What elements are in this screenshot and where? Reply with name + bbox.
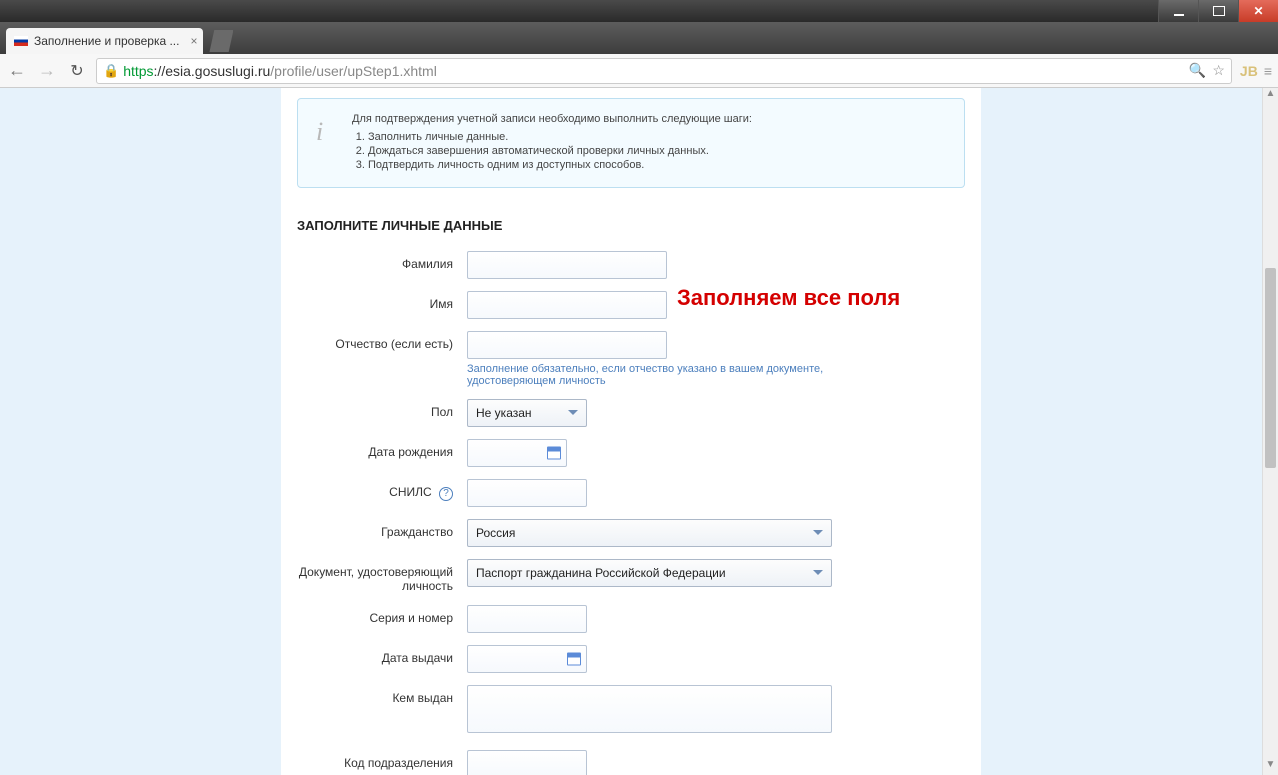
lock-icon: 🔒 xyxy=(103,63,119,79)
citizenship-select-value: Россия xyxy=(476,526,515,540)
dept-code-input[interactable] xyxy=(467,750,587,775)
patronymic-input[interactable] xyxy=(467,331,667,359)
citizenship-select[interactable]: Россия xyxy=(467,519,832,547)
snils-input[interactable] xyxy=(467,479,587,507)
zoom-icon[interactable]: 🔍 xyxy=(1189,62,1206,79)
info-icon: i xyxy=(316,117,323,147)
annotation-overlay: Заполняем все поля xyxy=(677,285,900,311)
scroll-up-arrow[interactable]: ▲ xyxy=(1263,88,1278,104)
page-viewport: i Для подтверждения учетной записи необх… xyxy=(0,88,1278,775)
info-panel: i Для подтверждения учетной записи необх… xyxy=(297,98,965,188)
label-doc-type: Документ, удостоверяющий личность xyxy=(297,559,467,593)
nav-back-button[interactable]: ← xyxy=(6,60,28,81)
doc-type-select[interactable]: Паспорт гражданина Российской Федерации xyxy=(467,559,832,587)
vertical-scrollbar[interactable]: ▲ ▼ xyxy=(1262,88,1278,775)
personal-data-form: Фамилия Имя Заполняем все поля Отчество … xyxy=(297,251,965,775)
calendar-icon[interactable] xyxy=(547,447,561,460)
label-patronymic: Отчество (если есть) xyxy=(297,331,467,351)
surname-input[interactable] xyxy=(467,251,667,279)
window-maximize-button[interactable] xyxy=(1198,0,1238,22)
tab-close-icon[interactable]: × xyxy=(190,34,197,48)
window-chrome xyxy=(0,0,1278,22)
label-gender: Пол xyxy=(297,399,467,419)
section-heading: ЗАПОЛНИТЕ ЛИЧНЫЕ ДАННЫЕ xyxy=(297,218,965,233)
calendar-icon[interactable] xyxy=(567,653,581,666)
info-intro: Для подтверждения учетной записи необход… xyxy=(352,113,946,125)
url-host: ://esia.gosuslugi.ru xyxy=(154,63,271,79)
url-path: /profile/user/upStep1.xhtml xyxy=(270,63,437,79)
info-step: Подтвердить личность одним из доступных … xyxy=(368,159,946,171)
label-series: Серия и номер xyxy=(297,605,467,625)
chevron-down-icon xyxy=(813,530,823,540)
browser-menu-button[interactable]: ≡ xyxy=(1264,63,1272,79)
name-input[interactable] xyxy=(467,291,667,319)
chevron-down-icon xyxy=(568,410,578,420)
url-proto: https xyxy=(123,63,153,79)
nav-forward-button[interactable]: → xyxy=(36,60,58,81)
browser-tabstrip: Заполнение и проверка ... × xyxy=(0,22,1278,54)
label-snils: СНИЛС ? xyxy=(297,479,467,501)
page-content: i Для подтверждения учетной записи необх… xyxy=(281,88,981,775)
chevron-down-icon xyxy=(813,570,823,580)
gender-select-value: Не указан xyxy=(476,406,532,420)
extension-jb-icon[interactable]: JB xyxy=(1240,63,1258,79)
tab-title: Заполнение и проверка ... xyxy=(34,34,179,48)
info-step: Заполнить личные данные. xyxy=(368,131,946,143)
doc-type-select-value: Паспорт гражданина Российской Федерации xyxy=(476,566,726,580)
window-minimize-button[interactable] xyxy=(1158,0,1198,22)
scroll-down-arrow[interactable]: ▼ xyxy=(1263,759,1278,775)
extension-icons: JB ≡ xyxy=(1240,63,1272,79)
browser-tab[interactable]: Заполнение и проверка ... × xyxy=(6,28,203,54)
new-tab-button[interactable] xyxy=(209,30,233,52)
info-steps-list: Заполнить личные данные. Дождаться завер… xyxy=(368,131,946,171)
nav-reload-button[interactable]: ↻ xyxy=(66,61,88,81)
scrollbar-thumb[interactable] xyxy=(1265,268,1276,468)
label-issued-by: Кем выдан xyxy=(297,685,467,705)
patronymic-hint: Заполнение обязательно, если отчество ук… xyxy=(467,363,907,387)
favicon-flag-icon xyxy=(14,36,28,46)
label-birthdate: Дата рождения xyxy=(297,439,467,459)
label-surname: Фамилия xyxy=(297,251,467,271)
series-number-input[interactable] xyxy=(467,605,587,633)
issued-by-textarea[interactable] xyxy=(467,685,832,733)
browser-toolbar: ← → ↻ 🔒 https ://esia.gosuslugi.ru /prof… xyxy=(0,54,1278,88)
address-bar[interactable]: 🔒 https ://esia.gosuslugi.ru /profile/us… xyxy=(96,58,1232,84)
label-name: Имя xyxy=(297,291,467,311)
label-dept-code: Код подразделения xyxy=(297,750,467,770)
label-citizenship: Гражданство xyxy=(297,519,467,539)
bookmark-star-icon[interactable]: ☆ xyxy=(1212,62,1225,79)
help-icon[interactable]: ? xyxy=(439,487,453,501)
label-issue-date: Дата выдачи xyxy=(297,645,467,665)
gender-select[interactable]: Не указан xyxy=(467,399,587,427)
info-step: Дождаться завершения автоматической пров… xyxy=(368,145,946,157)
window-close-button[interactable] xyxy=(1238,0,1278,22)
